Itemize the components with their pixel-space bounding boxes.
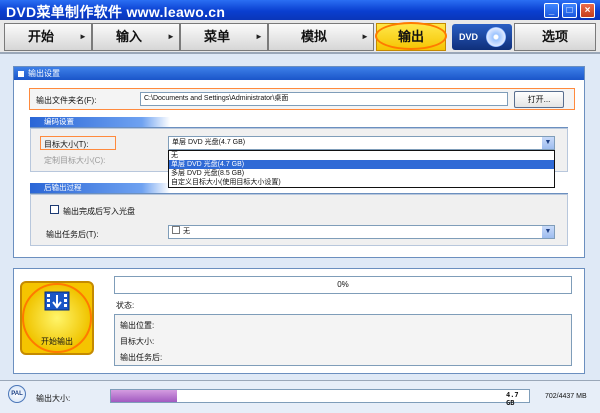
title-bar: DVD菜单制作软件 www.leawo.cn _ □ × (0, 0, 600, 20)
panel-header-icon (18, 70, 24, 77)
output-size-readout: 702/4437 MB (545, 393, 587, 400)
panel-header: 输出设置 (14, 67, 584, 80)
status-label: 状态: (116, 301, 135, 310)
burn-disc-checkbox[interactable] (50, 205, 59, 214)
dropdown-option[interactable]: 自定义目标大小(使用目标大小设置) (169, 178, 554, 187)
arrow-right-icon: ► (79, 32, 87, 41)
arrow-right-icon: ► (255, 32, 263, 41)
output-progress-bar: 0% (114, 276, 572, 294)
capacity-marker: 4.7 GB (506, 391, 519, 407)
panel-header-title: 输出设置 (28, 69, 60, 78)
target-size-label: 目标大小(T): (44, 140, 89, 149)
chevron-down-icon[interactable]: ▼ (542, 137, 554, 149)
task-after-label: 输出任务后(T): (46, 230, 99, 239)
open-folder-button[interactable]: 打开... (514, 91, 564, 108)
output-size-bar: 4.7 GB (110, 389, 530, 407)
output-size-fill (111, 390, 177, 402)
maximize-button[interactable]: □ (562, 3, 577, 18)
status-target-size-label: 目标大小: (120, 337, 155, 346)
target-size-dropdown[interactable]: 无 单层 DVD 光盘(4.7 GB) 多层 DVD 光盘(8.5 GB) 自定… (168, 150, 555, 188)
arrow-right-icon: ► (361, 32, 369, 41)
tab-options[interactable]: 选项 (514, 23, 596, 51)
burn-disc-label: 输出完成后写入光盘 (63, 207, 135, 216)
tab-label: 输入 (115, 29, 142, 44)
minimize-button[interactable]: _ (544, 3, 559, 18)
window-title: DVD菜单制作软件 www.leawo.cn (6, 4, 226, 20)
tab-label: 菜单 (203, 29, 230, 44)
custom-size-label: 定制目标大小(C): (44, 156, 106, 165)
tab-input[interactable]: 输入 ► (92, 23, 180, 51)
status-task-after-label: 输出任务后: (120, 353, 163, 362)
chevron-down-icon[interactable]: ▼ (542, 226, 554, 238)
tab-menu[interactable]: 菜单 ► (180, 23, 268, 51)
disc-icon (486, 27, 506, 47)
target-size-value: 单层 DVD 光盘(4.7 GB) (172, 139, 246, 146)
output-location-label: 输出位置: (120, 321, 155, 330)
start-output-label: 开始输出 (41, 337, 73, 346)
pal-badge[interactable]: PAL (8, 385, 26, 403)
progress-percent: 0% (337, 280, 349, 289)
status-box (114, 314, 572, 366)
dropdown-option-selected[interactable]: 单层 DVD 光盘(4.7 GB) (169, 160, 554, 169)
film-output-icon (44, 291, 70, 311)
dropdown-option[interactable]: 无 (169, 151, 554, 160)
task-after-value: 无 (183, 228, 190, 235)
dropdown-option[interactable]: 多层 DVD 光盘(8.5 GB) (169, 169, 554, 178)
tab-start[interactable]: 开始 ► (4, 23, 92, 51)
close-button[interactable]: × (580, 3, 595, 18)
dvd-logo-text: DVD (459, 32, 479, 42)
output-folder-input[interactable]: C:\Documents and Settings\Administrator\… (140, 92, 508, 106)
arrow-right-icon: ► (167, 32, 175, 41)
target-size-select[interactable]: 单层 DVD 光盘(4.7 GB) ▼ (168, 136, 555, 150)
encoding-section-header: 编码设置 (30, 117, 170, 127)
tab-label: 开始 (27, 29, 54, 44)
tab-label: 模拟 (300, 29, 327, 44)
output-folder-label: 输出文件夹名(F): (36, 96, 97, 105)
tab-label: 选项 (541, 29, 568, 44)
dvd-logo: DVD (452, 24, 512, 50)
post-output-section-header: 后输出过程 (30, 183, 170, 193)
tab-simulate[interactable]: 模拟 ► (268, 23, 374, 51)
active-tab-highlight (375, 22, 447, 50)
edit-icon (172, 226, 180, 234)
task-after-select[interactable]: 无 ▼ (168, 225, 555, 239)
output-size-label: 输出大小: (36, 394, 71, 403)
